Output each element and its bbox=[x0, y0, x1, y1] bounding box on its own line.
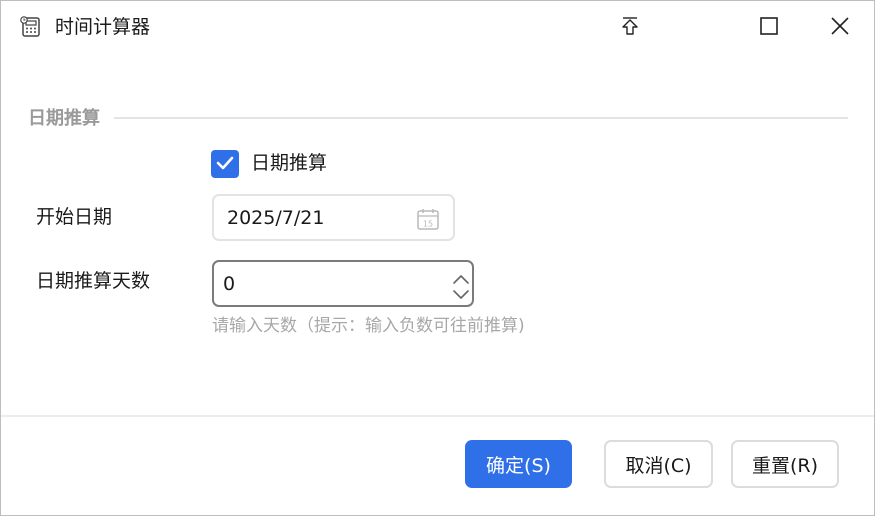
calendar-icon-day: 15 bbox=[423, 220, 433, 229]
title-bar[interactable]: 时间计算器 bbox=[1, 1, 874, 55]
date-calc-checkbox[interactable] bbox=[211, 150, 239, 178]
reset-button[interactable]: 重置(R) bbox=[731, 440, 839, 488]
ok-button[interactable]: 确定(S) bbox=[465, 440, 572, 488]
days-input[interactable]: 0 bbox=[212, 260, 474, 307]
checkmark-icon bbox=[216, 155, 234, 174]
window-title: 时间计算器 bbox=[55, 16, 151, 38]
start-date-label: 开始日期 bbox=[36, 206, 113, 228]
maximize-icon bbox=[760, 17, 778, 39]
cancel-button[interactable]: 取消(C) bbox=[604, 440, 713, 488]
footer-divider bbox=[1, 415, 874, 417]
chevron-up-icon[interactable] bbox=[451, 270, 471, 284]
days-hint: 请输入天数（提示：输入负数可往前推算) bbox=[212, 316, 525, 336]
pin-icon bbox=[621, 16, 639, 40]
close-button[interactable] bbox=[811, 1, 869, 55]
chevron-down-icon[interactable] bbox=[451, 286, 471, 299]
pin-button[interactable] bbox=[601, 1, 659, 55]
section-title: 日期推算 bbox=[28, 108, 100, 129]
start-date-picker[interactable]: 2025/7/21 15 bbox=[212, 194, 455, 241]
days-label: 日期推算天数 bbox=[36, 270, 151, 292]
date-calc-checkbox-label[interactable]: 日期推算 bbox=[251, 151, 327, 175]
section-divider bbox=[114, 117, 848, 119]
days-value[interactable]: 0 bbox=[223, 272, 235, 296]
calendar-icon[interactable]: 15 bbox=[416, 207, 440, 231]
time-calculator-window: 时间计算器 日期推算 日期推算 开始日期 2025/7/21 15 日期推算天数… bbox=[0, 0, 875, 516]
calculator-icon bbox=[20, 16, 42, 38]
close-icon bbox=[831, 17, 849, 39]
maximize-button[interactable] bbox=[740, 1, 798, 55]
start-date-value[interactable]: 2025/7/21 bbox=[227, 206, 324, 230]
